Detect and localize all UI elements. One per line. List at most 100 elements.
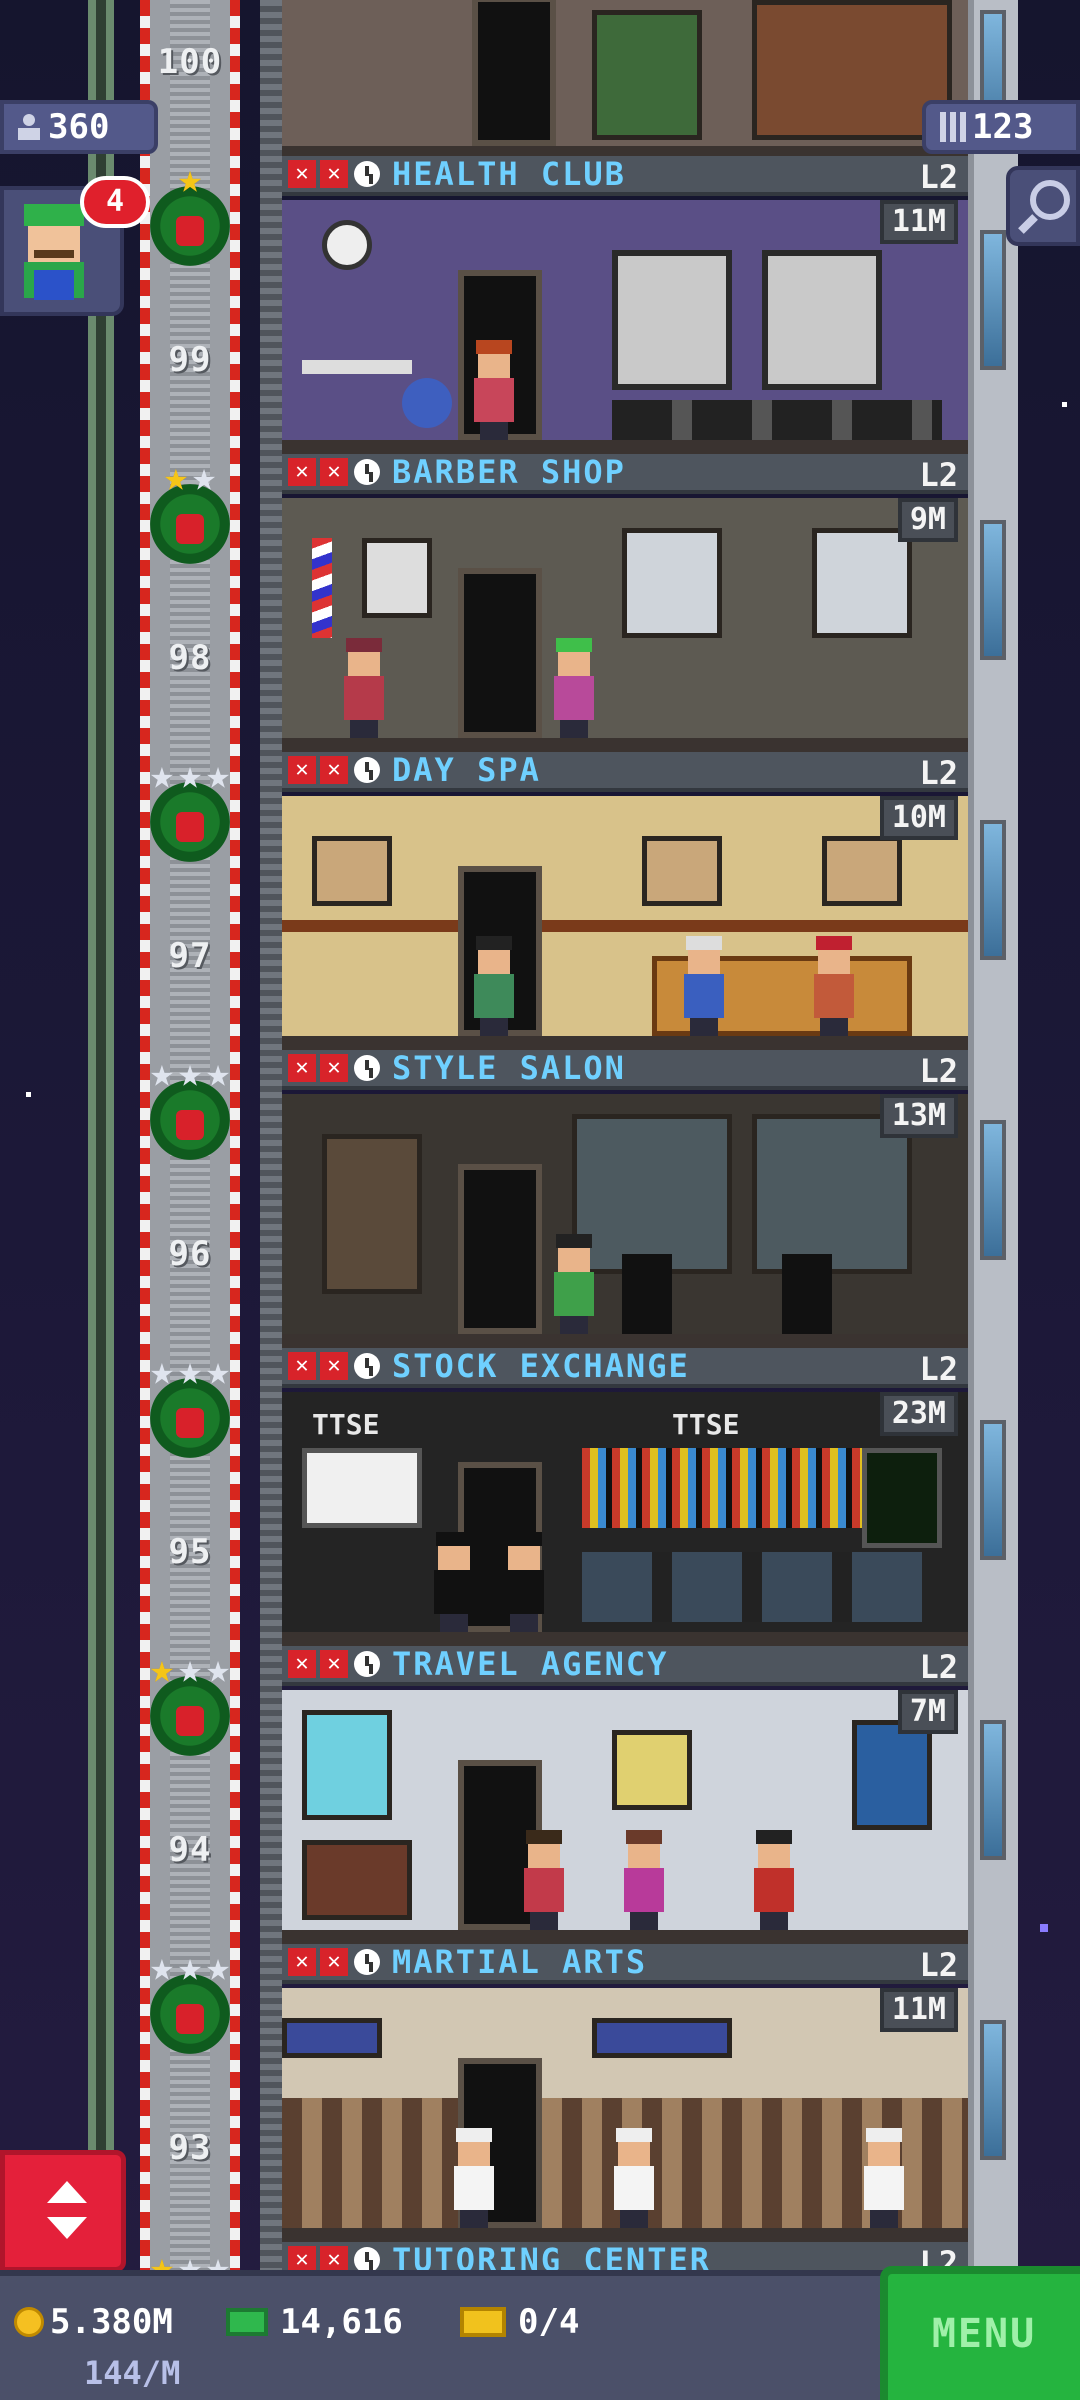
clock-icon <box>354 1353 380 1379</box>
floor-level: L2 <box>919 1350 958 1388</box>
candy-cane-rail-right <box>230 0 240 2270</box>
bitizen[interactable] <box>452 2128 496 2228</box>
elevator-floor-label: 100 <box>157 42 223 82</box>
tickets-display[interactable]: 0/4 <box>460 2302 579 2342</box>
search-icon <box>1030 180 1070 220</box>
room-interior <box>282 1988 968 2242</box>
floor-level: L2 <box>919 1648 958 1686</box>
room-interior <box>282 1094 968 1348</box>
floor-tutoring-center[interactable]: ✕ ✕ TUTORING CENTER L2 <box>282 2242 968 2270</box>
clock-icon <box>354 2247 380 2270</box>
room-interior: TTSE TTSE <box>282 1392 968 1646</box>
bitizen[interactable] <box>622 1830 666 1930</box>
bitizen[interactable] <box>682 936 726 1036</box>
floor-income: 13M <box>879 1094 958 1138</box>
bitizen[interactable] <box>752 1830 796 1930</box>
floor-name: STYLE SALON <box>392 1050 626 1087</box>
treadmill-icon <box>612 400 942 440</box>
floor-income: 23M <box>879 1392 958 1436</box>
silver-star-icon: ★ <box>192 454 217 500</box>
bux-value: 14,616 <box>280 2302 403 2342</box>
elevator-button[interactable] <box>0 2150 126 2272</box>
travel-poster-decoration <box>852 1720 932 1830</box>
silver-star-icon: ★ <box>177 2244 203 2272</box>
map-board-decoration <box>302 1840 412 1920</box>
bux-display[interactable]: 14,616 <box>226 2302 403 2342</box>
silver-star-icon: ★ <box>149 1944 174 1990</box>
floor-header: ✕ ✕ STOCK EXCHANGE L2 <box>282 1348 968 1388</box>
population-counter[interactable]: 360 <box>0 100 158 154</box>
floor-door <box>472 0 556 146</box>
floor-counter[interactable]: 123 <box>922 100 1080 154</box>
silver-star-icon: ★ <box>206 752 231 798</box>
bitizen[interactable] <box>342 638 386 738</box>
room-interior <box>282 1690 968 1944</box>
floor-header: ✕ ✕ BARBER SHOP L2 <box>282 454 968 494</box>
clock-icon <box>354 161 380 187</box>
floor-star-rating: ★ ★ ★ <box>120 1942 260 1992</box>
bitizen[interactable] <box>522 1830 566 1930</box>
coins-display[interactable]: 5.380M <box>14 2302 173 2342</box>
floor-header: ✕ ✕ TRAVEL AGENCY L2 <box>282 1646 968 1686</box>
bitizen[interactable] <box>612 2128 656 2228</box>
tower-window <box>980 1720 1006 1860</box>
silver-star-icon: ★ <box>149 752 174 798</box>
floor-martial-arts[interactable]: ✕ ✕ MARTIAL ARTS L2 11M <box>282 1944 968 2242</box>
bitizen[interactable] <box>472 340 516 440</box>
shelf-decoration <box>322 1134 422 1294</box>
banner-decoration <box>592 2018 732 2058</box>
bitizen[interactable] <box>432 1532 476 1632</box>
bitizen[interactable] <box>812 936 856 1036</box>
floor-day-spa[interactable]: ✕ ✕ DAY SPA L2 10M <box>282 752 968 1050</box>
floor-income: 9M <box>897 498 958 542</box>
mirror-decoration <box>622 528 722 638</box>
floor-stock-exchange[interactable]: ✕ ✕ STOCK EXCHANGE L2 23M TTSE TTSE <box>282 1348 968 1646</box>
floor-name: STOCK EXCHANGE <box>392 1348 690 1385</box>
floor-star-rating: ★ ★ ★ <box>120 2242 260 2272</box>
close-icon: ✕ <box>320 160 348 188</box>
gold-star-icon: ★ <box>149 1646 174 1692</box>
floor-name: HEALTH CLUB <box>392 156 626 193</box>
ttse-sign: TTSE <box>312 1408 380 1441</box>
close-icon: ✕ <box>320 2246 348 2270</box>
candy-cane-rail-left <box>140 0 150 2270</box>
floor-income: 11M <box>879 200 958 244</box>
bitizen[interactable] <box>472 936 516 1036</box>
elevator-floor-label: 95 <box>168 1532 212 1572</box>
elevator-floor-label: 99 <box>168 340 212 380</box>
silver-star-icon: ★ <box>177 1348 203 1394</box>
floor-name: TUTORING CENTER <box>392 2242 711 2270</box>
room-interior <box>282 498 968 752</box>
floor-star-rating: ★ ★ ★ <box>120 1048 260 1098</box>
close-icon: ✕ <box>320 1948 348 1976</box>
floor-count-value: 123 <box>972 107 1034 147</box>
floor-income: 10M <box>879 796 958 840</box>
floor-style-salon[interactable]: ✕ ✕ STYLE SALON L2 13M <box>282 1050 968 1348</box>
bitizen[interactable] <box>502 1532 546 1632</box>
room-interior <box>282 796 968 1050</box>
floor-partial-top[interactable] <box>282 0 968 156</box>
tower-window <box>980 1420 1006 1560</box>
floor-level: L2 <box>919 1946 958 1984</box>
bitizen[interactable] <box>552 638 596 738</box>
menu-button[interactable]: MENU <box>880 2266 1080 2400</box>
bitizen[interactable] <box>862 2128 906 2228</box>
stock-board-icon <box>582 1448 862 1528</box>
search-button[interactable] <box>1006 166 1080 246</box>
silver-star-icon: ★ <box>206 1646 231 1692</box>
floor-level: L2 <box>919 754 958 792</box>
close-icon: ✕ <box>288 1948 316 1976</box>
close-icon: ✕ <box>288 756 316 784</box>
floor-health-club[interactable]: ✕ ✕ HEALTH CLUB L2 11M <box>282 156 968 454</box>
elevator-floor-label: 94 <box>168 1830 212 1870</box>
exercise-ball-icon <box>402 378 452 428</box>
floor-barber-shop[interactable]: ✕ ✕ BARBER SHOP L2 9M <box>282 454 968 752</box>
bitizen[interactable] <box>552 1234 596 1334</box>
silver-star-icon: ★ <box>206 1050 231 1096</box>
window-decoration <box>762 250 882 390</box>
poster-decoration <box>362 538 432 618</box>
floor-travel-agency[interactable]: ✕ ✕ TRAVEL AGENCY L2 7M <box>282 1646 968 1944</box>
coins-value: 5.380M <box>50 2302 173 2342</box>
gold-star-icon: ★ <box>163 454 188 500</box>
floor-level: L2 <box>919 158 958 196</box>
